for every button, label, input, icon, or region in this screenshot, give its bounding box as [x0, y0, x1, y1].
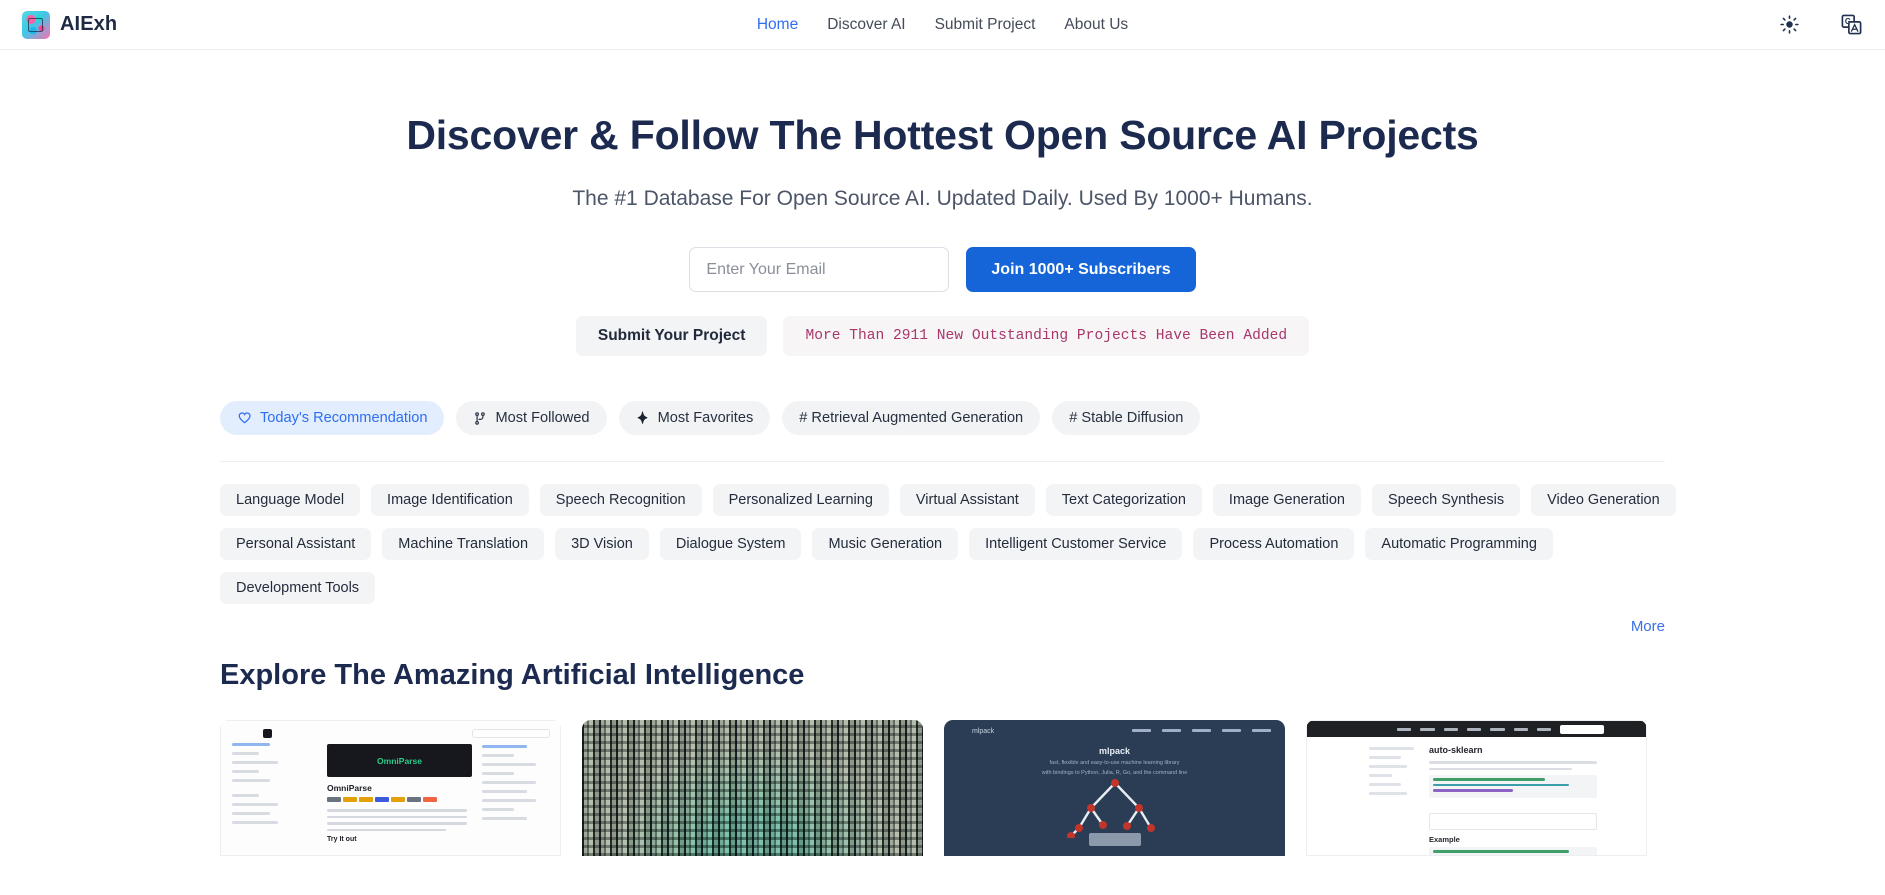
chip-label: Most Favorites	[657, 410, 754, 426]
docs-search-box	[472, 729, 550, 738]
mlpack-brand-label: mlpack	[972, 728, 995, 735]
tag-dialogue-system[interactable]: Dialogue System	[659, 528, 802, 560]
sun-icon[interactable]	[1777, 13, 1801, 37]
tag-virtual-assistant[interactable]: Virtual Assistant	[899, 484, 1035, 516]
chip-label: # Retrieval Augmented Generation	[799, 410, 1024, 426]
nav-link-discover-ai[interactable]: Discover AI	[827, 16, 905, 34]
omniparse-thumbnail: OmniParse OmniParse Try It out	[220, 720, 561, 856]
tag-image-generation[interactable]: Image Generation	[1212, 484, 1361, 516]
tag-row: Language Model Image Identification Spee…	[220, 484, 1676, 516]
tag-speech-recognition[interactable]: Speech Recognition	[539, 484, 702, 516]
omniparse-doc-heading: OmniParse	[327, 783, 372, 793]
primary-nav: Home Discover AI Submit Project About Us	[757, 0, 1128, 49]
projects-added-stat: More Than 2911 New Outstanding Projects …	[783, 316, 1310, 356]
omniparse-badges	[327, 797, 437, 802]
sklearn-code-block-2	[1429, 847, 1597, 855]
tag-intelligent-customer-service[interactable]: Intelligent Customer Service	[969, 528, 1183, 560]
mlpack-tree-diagram	[1066, 779, 1155, 838]
chip-label: # Stable Diffusion	[1069, 410, 1184, 426]
sklearn-paragraph	[1429, 761, 1597, 774]
top-navbar: AIExh Home Discover AI Submit Project Ab…	[0, 0, 1885, 50]
project-card-grid: OmniParse OmniParse Try It out mlpack ml…	[220, 720, 1665, 856]
project-card-omniparse[interactable]: OmniParse OmniParse Try It out	[220, 720, 561, 856]
sklearn-topbar	[1307, 721, 1646, 737]
tag-video-generation[interactable]: Video Generation	[1531, 484, 1676, 516]
translate-icon[interactable]: G	[1839, 13, 1863, 37]
chip-most-followed[interactable]: Most Followed	[456, 401, 607, 435]
docs-logo-icon	[263, 729, 272, 738]
sklearn-sidebar	[1369, 747, 1414, 801]
sklearn-heading: auto-sklearn	[1429, 745, 1483, 755]
nav-link-about-us[interactable]: About Us	[1064, 16, 1128, 34]
chip-retrieval-augmented-generation[interactable]: # Retrieval Augmented Generation	[782, 401, 1041, 435]
tag-3d-vision[interactable]: 3D Vision	[555, 528, 649, 560]
chip-label: Most Followed	[495, 410, 590, 426]
mlpack-subtitle-1: fast, flexible and easy-to-use machine l…	[1049, 760, 1180, 766]
brand-name: AIExh	[60, 13, 118, 35]
chip-label: Today's Recommendation	[260, 410, 428, 426]
tag-automatic-programming[interactable]: Automatic Programming	[1365, 528, 1553, 560]
tag-image-identification[interactable]: Image Identification	[371, 484, 529, 516]
circuit-artwork-thumbnail	[582, 720, 923, 856]
git-branch-icon	[473, 411, 487, 426]
subscribe-form: Join 1000+ Subscribers	[0, 247, 1885, 292]
nav-actions: G	[1777, 13, 1863, 37]
sklearn-note-box	[1429, 813, 1597, 830]
tag-development-tools[interactable]: Development Tools	[220, 572, 376, 604]
chip-stable-diffusion[interactable]: # Stable Diffusion	[1052, 401, 1201, 435]
app-logo-icon	[22, 10, 50, 39]
more-link[interactable]: More	[1631, 618, 1665, 635]
tag-process-automation[interactable]: Process Automation	[1193, 528, 1355, 560]
sklearn-search-box	[1560, 724, 1604, 734]
tag-personalized-learning[interactable]: Personalized Learning	[712, 484, 889, 516]
tag-machine-translation[interactable]: Machine Translation	[382, 528, 545, 560]
filter-chip-row: Today's Recommendation Most Followed Mos…	[220, 401, 1665, 462]
mlpack-download-button[interactable]	[1088, 833, 1141, 846]
docs-sidebar	[232, 743, 286, 830]
page-title: Discover & Follow The Hottest Open Sourc…	[406, 112, 1479, 158]
tag-music-generation[interactable]: Music Generation	[812, 528, 959, 560]
main-content: Today's Recommendation Most Followed Mos…	[220, 401, 1676, 856]
heart-icon	[237, 411, 252, 426]
tag-language-model[interactable]: Language Model	[220, 484, 361, 516]
more-row: More	[220, 618, 1665, 635]
hero-secondary-actions: Submit Your Project More Than 2911 New O…	[0, 316, 1885, 356]
sklearn-subheading: Example	[1429, 835, 1460, 844]
mlpack-subtitle-2: with bindings to Python, Julia, R, Go, a…	[1041, 770, 1188, 776]
chip-most-favorites[interactable]: Most Favorites	[618, 401, 771, 435]
nav-link-home[interactable]: Home	[757, 16, 798, 34]
sklearn-code-block-1	[1429, 775, 1597, 798]
email-input[interactable]	[689, 247, 950, 292]
tag-row: Development Tools	[220, 572, 1665, 604]
tag-speech-synthesis[interactable]: Speech Synthesis	[1372, 484, 1521, 516]
tag-text-categorization[interactable]: Text Categorization	[1045, 484, 1202, 516]
omniparse-banner: OmniParse	[327, 744, 472, 777]
nav-link-submit-project[interactable]: Submit Project	[935, 16, 1036, 34]
sparkle-icon	[636, 411, 650, 425]
hero-subtitle: The #1 Database For Open Source AI. Upda…	[572, 187, 1313, 210]
tag-personal-assistant[interactable]: Personal Assistant	[220, 528, 372, 560]
project-card-auto-sklearn[interactable]: auto-sklearn Example	[1306, 720, 1647, 856]
omniparse-paragraph	[327, 809, 467, 835]
docs-toc	[482, 745, 546, 826]
chip-todays-recommendation[interactable]: Today's Recommendation	[220, 401, 445, 435]
omniparse-banner-label: OmniParse	[377, 755, 422, 766]
brand[interactable]: AIExh	[22, 10, 118, 39]
omniparse-subheading: Try It out	[327, 836, 357, 843]
category-tags: Language Model Image Identification Spee…	[220, 484, 1676, 604]
mlpack-thumbnail: mlpack mlpack fast, flexible and easy-to…	[944, 720, 1285, 856]
project-card-circuit-artwork[interactable]	[582, 720, 923, 856]
hero-section: Discover & Follow The Hottest Open Sourc…	[0, 50, 1885, 356]
join-subscribers-button[interactable]: Join 1000+ Subscribers	[966, 247, 1196, 292]
mlpack-nav	[1132, 729, 1271, 732]
auto-sklearn-thumbnail: auto-sklearn Example	[1306, 720, 1647, 856]
mlpack-title: mlpack	[1098, 746, 1131, 756]
tag-row: Personal Assistant Machine Translation 3…	[220, 528, 1665, 560]
section-title: Explore The Amazing Artificial Intellige…	[220, 659, 805, 691]
submit-your-project-button[interactable]: Submit Your Project	[575, 316, 768, 356]
project-card-mlpack[interactable]: mlpack mlpack fast, flexible and easy-to…	[944, 720, 1285, 856]
